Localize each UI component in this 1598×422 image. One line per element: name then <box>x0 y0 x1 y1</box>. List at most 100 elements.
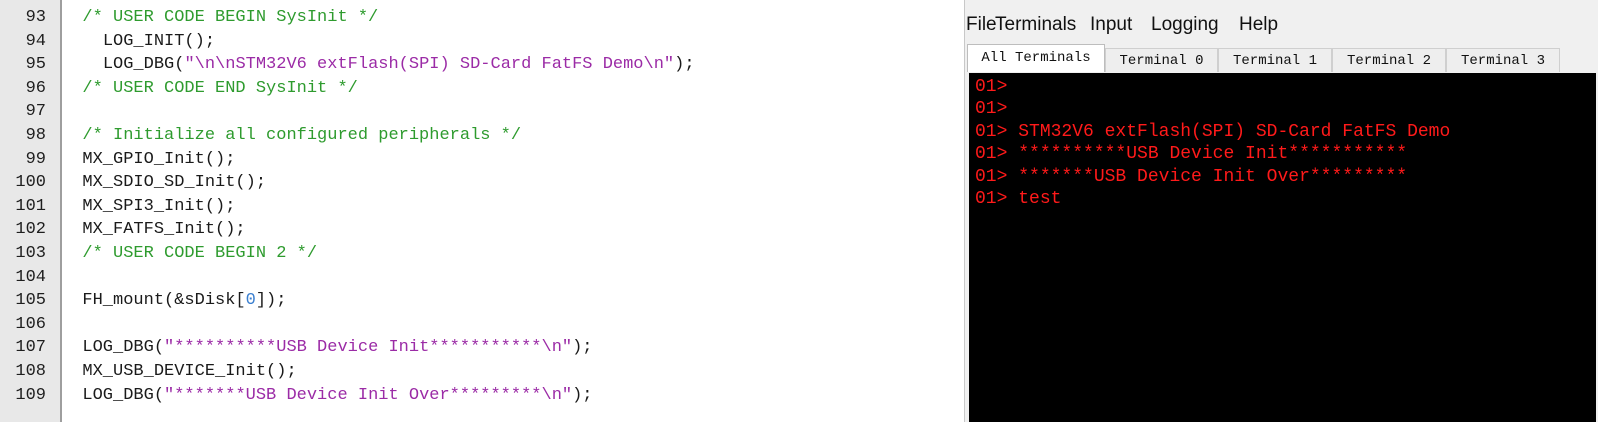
code-line: MX_USB_DEVICE_Init(); <box>62 360 962 384</box>
code-token-code: FH_mount(&sDisk[ <box>82 291 246 311</box>
terminal-prompt: 01> <box>975 121 1008 142</box>
code-token-code: LOG_INIT(); <box>102 31 216 51</box>
line-number: 108 <box>15 362 46 381</box>
tab-terminal-2[interactable]: Terminal 2 <box>1332 48 1446 72</box>
code-token-comment: /* USER CODE BEGIN SysInit */ <box>82 8 379 27</box>
line-number: 94 <box>25 31 46 51</box>
line-number: 105 <box>15 291 46 311</box>
menu-input[interactable]: Input <box>1088 13 1134 37</box>
menu-help[interactable]: Help <box>1237 13 1280 37</box>
code-token-code: ); <box>674 55 695 75</box>
terminal-line: 01> **********USB Device Init*********** <box>975 143 1407 165</box>
rtt-viewer-window: File Terminals Input Logging Help All Te… <box>964 0 1598 422</box>
line-number: 98 <box>25 126 46 145</box>
line-number: 96 <box>25 78 46 98</box>
terminal-line: 01> <box>975 98 1018 120</box>
code-line: LOG_DBG("\n\nSTM32V6 extFlash(SPI) SD-Ca… <box>62 53 962 77</box>
line-number: 106 <box>15 314 46 334</box>
line-number: 102 <box>15 220 46 240</box>
line-number: 109 <box>15 385 46 405</box>
terminal-text: test <box>1018 189 1062 209</box>
terminal-line: 01> *******USB Device Init Over********* <box>975 166 1407 188</box>
terminal-line: 01> STM32V6 extFlash(SPI) SD-Card FatFS … <box>975 121 1450 143</box>
terminal-text: STM32V6 extFlash(SPI) SD-Card FatFS Demo <box>1018 121 1451 142</box>
line-number: 104 <box>15 267 46 287</box>
code-token-code: ); <box>572 338 593 358</box>
code-token-string: "**********USB Device Init***********\n" <box>164 338 573 358</box>
terminal-text: **********USB Device Init*********** <box>1018 144 1408 165</box>
code-line: /* USER CODE BEGIN 2 */ <box>62 242 962 266</box>
menu-terminals[interactable]: Terminals <box>993 13 1078 37</box>
line-number: 99 <box>25 149 46 169</box>
terminal-prompt: 01> <box>975 166 1008 187</box>
menu-logging[interactable]: Logging <box>1149 13 1221 37</box>
code-token-code: LOG_DBG( <box>82 338 165 358</box>
tab-terminal-1[interactable]: Terminal 1 <box>1218 48 1332 72</box>
line-number: 95 <box>25 55 46 75</box>
terminal-line: 01> test <box>975 188 1061 210</box>
terminal-prompt: 01> <box>975 77 1008 97</box>
code-area[interactable]: /* USER CODE BEGIN SysInit */ LOG_INIT()… <box>62 0 962 422</box>
code-token-code: LOG_DBG( <box>82 385 165 405</box>
terminal-prompt: 01> <box>975 99 1008 120</box>
code-line: MX_FATFS_Init(); <box>62 218 962 242</box>
menu-bar: File Terminals Input Logging Help <box>965 0 1598 42</box>
tab-terminal-3[interactable]: Terminal 3 <box>1446 48 1560 72</box>
code-token-comment: /* Initialize all configured peripherals… <box>82 126 522 145</box>
line-number: 107 <box>15 338 46 358</box>
code-token-code: LOG_DBG( <box>102 55 185 75</box>
terminal-output[interactable]: 01> 01> 01> STM32V6 extFlash(SPI) SD-Car… <box>969 73 1596 422</box>
line-number: 100 <box>15 173 46 193</box>
code-line: LOG_INIT(); <box>62 30 962 54</box>
code-token-code: MX_SPI3_Init(); <box>82 196 236 216</box>
code-token-code: MX_SDIO_SD_Init(); <box>82 173 267 193</box>
code-token-code: ); <box>572 385 593 405</box>
code-line: FH_mount(&sDisk[0]); <box>62 289 962 313</box>
code-line: LOG_DBG("*******USB Device Init Over****… <box>62 384 962 408</box>
code-token-code: ]); <box>255 291 287 311</box>
code-line: MX_SPI3_Init(); <box>62 195 962 219</box>
line-number: 101 <box>15 196 46 216</box>
terminal-text: *******USB Device Init Over********* <box>1018 166 1408 187</box>
code-line: /* USER CODE END SysInit */ <box>62 77 962 101</box>
line-number: 97 <box>25 102 46 122</box>
code-line: MX_SDIO_SD_Init(); <box>62 171 962 195</box>
code-line: MX_GPIO_Init(); <box>62 148 962 172</box>
code-token-code: MX_FATFS_Init(); <box>82 220 246 240</box>
code-token-code: MX_USB_DEVICE_Init(); <box>82 362 297 381</box>
tab-terminal-0[interactable]: Terminal 0 <box>1105 48 1218 72</box>
tab-all-terminals[interactable]: All Terminals <box>967 44 1105 72</box>
terminal-prompt: 01> <box>975 189 1008 209</box>
code-token-string: "*******USB Device Init Over*********\n" <box>164 385 573 405</box>
line-number: 93 <box>25 8 46 27</box>
code-token-string: "\n\nSTM32V6 extFlash(SPI) SD-Card FatFS… <box>184 55 675 75</box>
line-number-gutter: 93 94 95 96 97 98 99 100 101 102 103 104 105 106 107 10… <box>0 0 62 422</box>
terminal-tab-bar: All Terminals Terminal 0 Terminal 1 Term… <box>967 44 1597 72</box>
terminal-prompt: 01> <box>975 144 1008 165</box>
code-token-comment: /* USER CODE END SysInit */ <box>82 78 358 98</box>
line-number: 103 <box>15 244 46 263</box>
code-token-number: 0 <box>245 291 256 311</box>
code-line: /* Initialize all configured peripherals… <box>62 124 962 148</box>
code-token-code: MX_GPIO_Init(); <box>82 149 236 169</box>
terminal-line: 01> <box>975 76 1018 98</box>
code-line: /* USER CODE BEGIN SysInit */ <box>62 6 962 30</box>
code-editor-pane[interactable]: 93 94 95 96 97 98 99 100 101 102 103 104 105 106 107 10… <box>0 0 962 422</box>
